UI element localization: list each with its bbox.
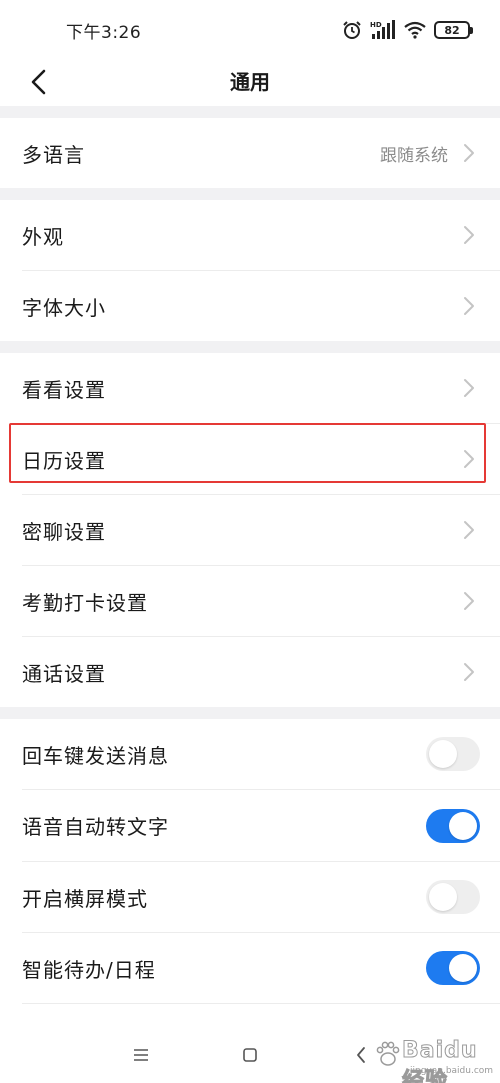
watermark-subtext: jingyan.baidu.com <box>410 1066 494 1076</box>
baidu-watermark: Baidu经验 jingyan.baidu.com <box>374 1038 494 1083</box>
menu-button[interactable] <box>126 1040 156 1070</box>
row-label: 看看设置 <box>22 377 106 402</box>
page-title: 通用 <box>230 70 270 94</box>
settings-row-kankan[interactable]: 看看设置 <box>0 353 500 423</box>
row-label: 密聊设置 <box>22 519 106 544</box>
settings-row-landscape: 开启横屏模式 <box>0 862 500 932</box>
group-separator <box>0 188 500 200</box>
battery-icon: 82 <box>434 21 473 39</box>
landscape-toggle[interactable] <box>426 880 480 914</box>
header: 通用 <box>0 58 500 106</box>
home-square-icon <box>243 1048 257 1062</box>
settings-row-calendar[interactable]: 日历设置 <box>0 424 500 494</box>
row-label: 开启横屏模式 <box>22 886 148 911</box>
alarm-icon <box>343 21 361 39</box>
toggle-knob <box>429 740 457 768</box>
row-label: 考勤打卡设置 <box>22 590 148 615</box>
row-label: 通话设置 <box>22 661 106 686</box>
status-time: 下午3:26 <box>66 23 142 43</box>
settings-row-secret-chat[interactable]: 密聊设置 <box>0 495 500 565</box>
screen: 下午3:26 HD 82 通用 多语言 跟随系统 外观 字体大小 看看设置 日历… <box>0 0 500 1083</box>
chevron-right-icon <box>464 226 474 244</box>
back-triangle-icon <box>357 1047 365 1063</box>
row-value: 跟随系统 <box>380 145 448 166</box>
settings-row-attendance[interactable]: 考勤打卡设置 <box>0 566 500 636</box>
row-label: 日历设置 <box>22 448 106 473</box>
svg-text:HD: HD <box>370 21 382 29</box>
signal-icon: HD <box>370 20 395 39</box>
row-label: 外观 <box>22 224 64 249</box>
row-label: 字体大小 <box>22 295 106 320</box>
settings-row-font-size[interactable]: 字体大小 <box>0 271 500 341</box>
settings-row-appearance[interactable]: 外观 <box>0 200 500 270</box>
settings-row-call[interactable]: 通话设置 <box>0 637 500 707</box>
menu-icon <box>134 1049 148 1061</box>
status-bar: 下午3:26 HD 82 <box>0 0 500 58</box>
settings-row-language[interactable]: 多语言 跟随系统 <box>0 118 500 188</box>
row-label: 多语言 <box>22 142 85 167</box>
wifi-icon <box>404 21 426 39</box>
group-separator <box>0 341 500 353</box>
chevron-right-icon <box>464 450 474 468</box>
row-divider <box>22 1003 500 1004</box>
toggle-knob <box>449 954 477 982</box>
toggle-knob <box>429 883 457 911</box>
group-separator <box>0 707 500 719</box>
settings-row-enter-send: 回车键发送消息 <box>0 719 500 789</box>
chevron-right-icon <box>464 521 474 539</box>
smart-todo-toggle[interactable] <box>426 951 480 985</box>
battery-level: 82 <box>444 23 460 37</box>
settings-row-smart-todo: 智能待办/日程 <box>0 933 500 1003</box>
chevron-right-icon <box>464 144 474 162</box>
status-icons: HD 82 <box>342 18 473 42</box>
row-label: 语音自动转文字 <box>22 815 169 839</box>
chevron-right-icon <box>464 592 474 610</box>
nav-back-button[interactable] <box>346 1040 376 1070</box>
chevron-right-icon <box>464 663 474 681</box>
enter-send-toggle[interactable] <box>426 737 480 771</box>
toggle-knob <box>449 811 477 840</box>
watermark-text: Baidu经验 <box>402 1038 478 1083</box>
baidu-paw-icon <box>376 1041 400 1066</box>
row-label: 回车键发送消息 <box>22 743 169 768</box>
chevron-right-icon <box>464 297 474 315</box>
chevron-right-icon <box>464 379 474 397</box>
voice-to-text-toggle[interactable] <box>426 808 480 843</box>
system-nav-bar: Baidu经验 jingyan.baidu.com <box>0 1020 500 1083</box>
home-button[interactable] <box>235 1040 265 1070</box>
settings-row-voice-to-text: 语音自动转文字 <box>0 790 500 861</box>
row-label: 智能待办/日程 <box>22 957 156 982</box>
group-separator <box>0 106 500 118</box>
